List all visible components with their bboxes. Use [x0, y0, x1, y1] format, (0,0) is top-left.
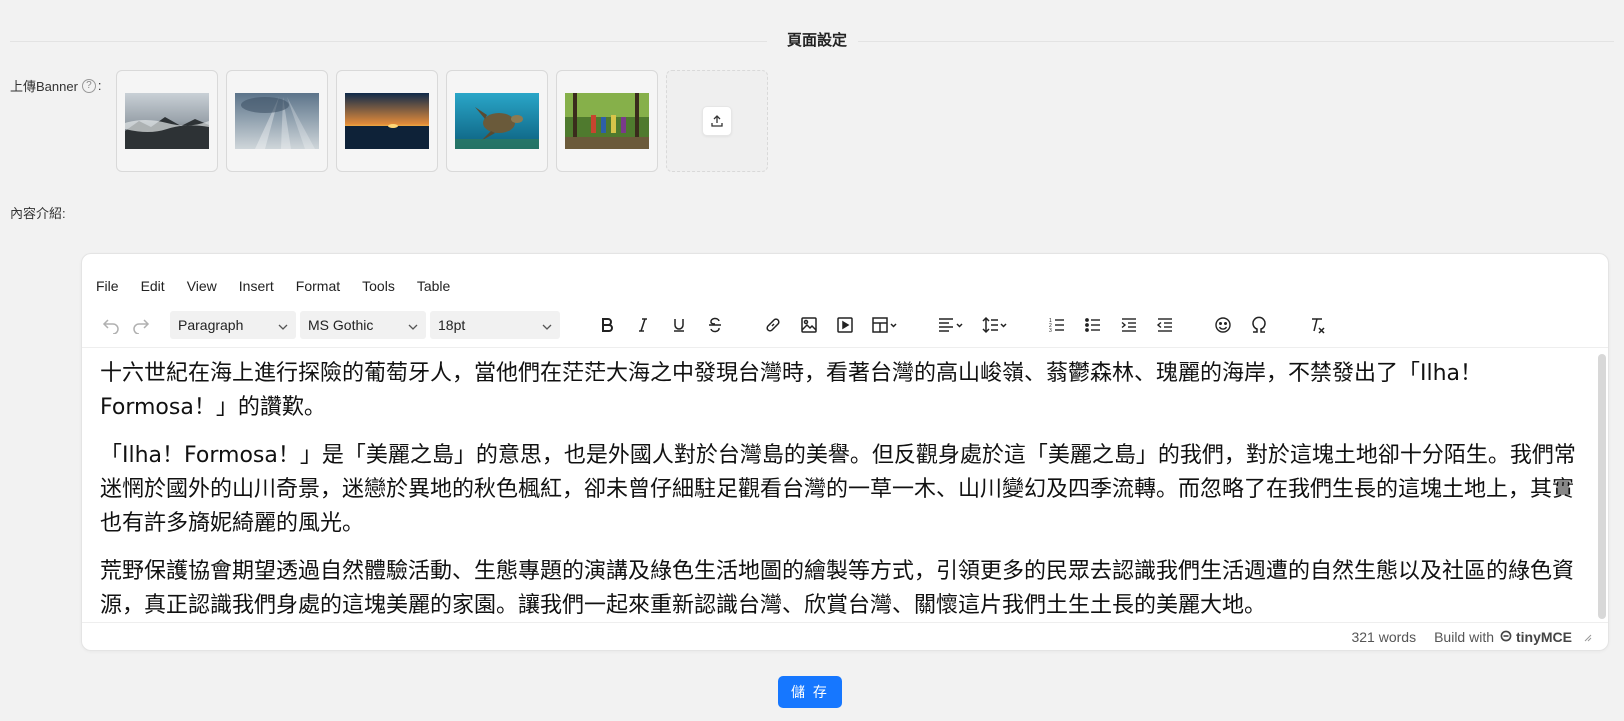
chevron-down-icon: [542, 317, 552, 333]
rich-text-editor: File Edit View Insert Format Tools Table…: [81, 253, 1609, 651]
emoji-icon[interactable]: [1208, 310, 1238, 340]
editor-content[interactable]: 十六世紀在海上進行探險的葡萄牙人，當他們在茫茫大海之中發現台灣時，看著台灣的高山…: [82, 349, 1594, 624]
tinymce-logo-icon: [1500, 629, 1512, 645]
link-icon[interactable]: [758, 310, 788, 340]
content-paragraph: 「Ilha！Formosa！」是「美麗之島」的意思，也是外國人對於台灣島的美譽。…: [100, 443, 1576, 536]
sun-rays-image: [235, 93, 319, 149]
editor-toolbar: Paragraph MS Gothic 18pt 1 2 3: [82, 302, 1608, 348]
help-icon[interactable]: ?: [81, 78, 96, 93]
undo-icon[interactable]: [96, 310, 126, 340]
image-icon[interactable]: [794, 310, 824, 340]
menu-format[interactable]: Format: [294, 278, 342, 300]
special-character-icon[interactable]: [1244, 310, 1274, 340]
menu-tools[interactable]: Tools: [360, 278, 397, 300]
chevron-down-icon: [408, 317, 418, 333]
line-height-icon[interactable]: [976, 310, 1014, 340]
content-label: 內容介紹:: [10, 206, 66, 221]
bullet-list-icon[interactable]: [1078, 310, 1108, 340]
block-format-value: Paragraph: [178, 316, 244, 333]
menu-table[interactable]: Table: [415, 278, 452, 300]
strikethrough-icon[interactable]: [700, 310, 730, 340]
divider-line-left: [10, 41, 767, 42]
redo-icon[interactable]: [126, 310, 156, 340]
menu-edit[interactable]: Edit: [139, 278, 167, 300]
sunset-sea-image: [345, 93, 429, 149]
section-title: 頁面設定: [786, 32, 847, 49]
menu-file[interactable]: File: [94, 278, 121, 300]
resize-handle-icon[interactable]: [1582, 629, 1592, 645]
align-icon[interactable]: [932, 310, 970, 340]
forest-hikers-image: [565, 93, 649, 149]
banner-label-colon: :: [97, 78, 102, 93]
menu-insert[interactable]: Insert: [237, 278, 276, 300]
indent-icon[interactable]: [1114, 310, 1144, 340]
banner-thumbnail-list: [116, 70, 768, 172]
chevron-down-icon: [278, 317, 288, 333]
underline-icon[interactable]: [664, 310, 694, 340]
font-family-select[interactable]: MS Gothic: [300, 310, 426, 339]
font-family-value: MS Gothic: [308, 316, 374, 333]
build-with-label: Build with: [1434, 628, 1494, 645]
content-paragraph: 荒野保護協會期望透過自然體驗活動、生態專題的演講及綠色生活地圖的繪製等方式，引領…: [100, 559, 1575, 618]
italic-icon[interactable]: [628, 310, 658, 340]
banner-label-text: 上傳Banner: [10, 79, 78, 94]
media-icon[interactable]: [830, 310, 860, 340]
editor-brand[interactable]: Build with tinyMCE: [1434, 629, 1572, 645]
banner-thumbnail[interactable]: [336, 70, 438, 172]
editor-statusbar: 321 words Build with tinyMCE: [82, 622, 1608, 650]
table-icon[interactable]: [866, 310, 904, 340]
upload-icon-button[interactable]: [702, 106, 732, 136]
banner-upload-button[interactable]: [666, 70, 768, 172]
divider-line-right: [858, 41, 1614, 42]
banner-thumbnail[interactable]: [116, 70, 218, 172]
banner-thumbnail[interactable]: [556, 70, 658, 172]
numbered-list-icon[interactable]: 123: [1042, 310, 1072, 340]
editor-scrollbar[interactable]: [1598, 354, 1606, 619]
section-divider: 頁面設定: [10, 31, 1614, 51]
save-button[interactable]: 儲 存: [778, 676, 842, 708]
menu-view[interactable]: View: [185, 278, 219, 300]
clear-formatting-icon[interactable]: [1302, 310, 1332, 340]
mountain-mist-image: [125, 93, 209, 149]
upload-icon: [711, 115, 723, 127]
word-count[interactable]: 321 words: [1351, 629, 1416, 645]
banner-thumbnail[interactable]: [226, 70, 328, 172]
banner-thumbnail[interactable]: [446, 70, 548, 172]
block-format-select[interactable]: Paragraph: [170, 310, 296, 339]
content-paragraph: 十六世紀在海上進行探險的葡萄牙人，當他們在茫茫大海之中發現台灣時，看著台灣的高山…: [100, 361, 1483, 420]
sea-turtle-image: [455, 93, 539, 149]
font-size-select[interactable]: 18pt: [430, 310, 560, 339]
editor-menubar: File Edit View Insert Format Tools Table: [82, 254, 470, 300]
brand-name: tinyMCE: [1516, 628, 1572, 645]
banner-label: 上傳Banner ? :: [10, 76, 102, 95]
bold-icon[interactable]: [592, 310, 622, 340]
outdent-icon[interactable]: [1150, 310, 1180, 340]
font-size-value: 18pt: [438, 316, 466, 333]
svg-text:3: 3: [1049, 328, 1052, 334]
